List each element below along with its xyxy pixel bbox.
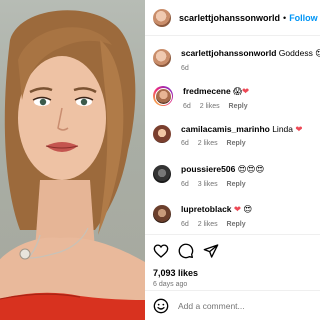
emoji-icon[interactable] <box>153 298 169 314</box>
post-photo <box>0 0 145 320</box>
reply-button[interactable]: Reply <box>229 103 248 110</box>
comment-input[interactable] <box>178 300 308 311</box>
heart-emoji: ❤ <box>233 204 242 214</box>
comment-text-line: fredmecene 😱❤ <box>183 86 255 98</box>
header-separator: • <box>283 12 287 23</box>
heart-icon[interactable] <box>153 243 169 259</box>
comments-list[interactable]: scarlettjohanssonworld Goddess 😍😍 6d fre… <box>145 36 320 234</box>
comment-meta: 6d 2 likes Reply <box>181 140 303 147</box>
story-ring[interactable] <box>153 86 173 106</box>
comment-username[interactable]: lupretoblack <box>181 204 232 214</box>
comment-time: 6d <box>183 103 191 110</box>
heart-emoji: ❤ <box>241 86 250 96</box>
comment-likes[interactable]: 2 likes <box>198 140 218 147</box>
action-icons <box>153 243 312 259</box>
comment-time: 6d <box>181 221 189 228</box>
caption-avatar[interactable] <box>153 49 171 67</box>
heart-emoji: ❤ <box>295 124 303 134</box>
comment-username[interactable]: fredmecene <box>183 86 231 96</box>
comment-likes[interactable]: 3 likes <box>198 181 218 188</box>
reply-button[interactable]: Reply <box>227 221 246 228</box>
comment-text-line: camilacamis_marinho Linda ❤ <box>181 124 303 135</box>
comment-item: lupretoblack ❤ 😍 6d 2 likes Reply <box>153 204 253 228</box>
comment-likes[interactable]: 2 likes <box>198 221 218 228</box>
author-avatar[interactable] <box>153 8 171 27</box>
portrait-illustration <box>0 10 145 320</box>
commenter-avatar[interactable] <box>153 165 171 183</box>
comment-username[interactable]: camilacamis_marinho <box>181 124 270 134</box>
comment-username[interactable]: poussiere506 <box>181 164 235 174</box>
comment-emojis: 😍😍😍 <box>237 165 265 175</box>
comment-emojis: 😍 <box>243 205 253 215</box>
likes-count[interactable]: 7,093 likes <box>153 268 312 278</box>
comment-time: 6d <box>181 140 189 147</box>
comment-text-line: poussiere506 😍😍😍 <box>181 164 264 176</box>
caption-text-line: scarlettjohanssonworld Goddess 😍😍 <box>181 48 320 60</box>
comment-icon[interactable] <box>178 243 194 259</box>
share-icon[interactable] <box>203 243 219 259</box>
caption-meta: 6d <box>181 65 320 72</box>
comment-item: poussiere506 😍😍😍 6d 3 likes Reply <box>153 164 264 188</box>
comment-emojis: 😱 <box>233 87 242 97</box>
follow-button[interactable]: Follow <box>289 13 318 23</box>
add-comment-bar <box>145 290 320 320</box>
comment-meta: 6d 3 likes Reply <box>181 181 264 188</box>
caption-username[interactable]: scarlettjohanssonworld <box>181 48 276 58</box>
comment-text: Linda <box>272 124 294 134</box>
caption-item: scarlettjohanssonworld Goddess 😍😍 6d <box>153 48 320 72</box>
comment-likes[interactable]: 2 likes <box>200 103 220 110</box>
comment-time: 6d <box>181 181 189 188</box>
caption-emojis: 😍😍 <box>315 49 320 59</box>
comment-item: camilacamis_marinho Linda ❤ 6d 2 likes R… <box>153 124 303 147</box>
caption-time: 6d <box>181 65 189 72</box>
reply-button[interactable]: Reply <box>227 140 246 147</box>
comment-meta: 6d 2 likes Reply <box>183 103 255 110</box>
reply-button[interactable]: Reply <box>227 181 246 188</box>
author-username[interactable]: scarlettjohanssonworld <box>179 13 280 23</box>
caption-text: Goddess <box>278 48 313 58</box>
comment-meta: 6d 2 likes Reply <box>181 221 253 228</box>
commenter-avatar[interactable] <box>153 205 171 223</box>
commenter-avatar[interactable] <box>153 125 171 143</box>
post-actions: 7,093 likes 6 days ago <box>145 234 320 288</box>
posted-time: 6 days ago <box>153 281 188 288</box>
post-header: scarlettjohanssonworld • Follow <box>145 0 320 36</box>
commenter-avatar <box>154 87 172 105</box>
comment-item: fredmecene 😱❤ 6d 2 likes Reply <box>153 86 255 110</box>
comment-text-line: lupretoblack ❤ 😍 <box>181 204 253 216</box>
post-sidebar: scarlettjohanssonworld • Follow scarlett… <box>145 0 320 320</box>
